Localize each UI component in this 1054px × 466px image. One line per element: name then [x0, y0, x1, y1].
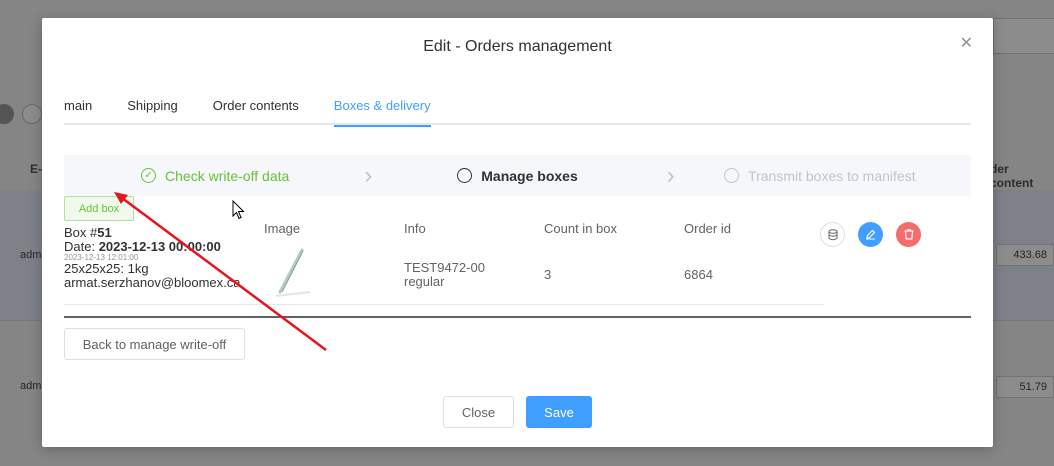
modal-title: Edit - Orders management: [423, 38, 612, 55]
column-header-info: Info: [404, 221, 426, 236]
info-sku: TEST9472-00: [404, 260, 485, 275]
check-circle-icon: ✓: [141, 168, 157, 183]
circle-icon: [724, 168, 740, 183]
row-order-id: 6864: [684, 267, 713, 282]
row-info: TEST9472-00 regular: [404, 261, 485, 289]
column-header-order-id: Order id: [684, 221, 731, 236]
edit-button[interactable]: [858, 222, 883, 247]
delete-button[interactable]: [896, 222, 921, 247]
steps-bar: ✓ Check write-off data › Manage boxes › …: [64, 155, 971, 196]
step-label: Check write-off data: [165, 167, 290, 184]
row-count: 3: [544, 267, 552, 282]
add-box-button[interactable]: Add box: [64, 196, 134, 221]
step-check-write-off: ✓ Check write-off data ›: [64, 155, 372, 196]
step-label: Transmit boxes to manifest: [748, 167, 916, 184]
save-button[interactable]: Save: [526, 396, 592, 428]
tab-boxes-delivery[interactable]: Boxes & delivery: [333, 98, 431, 127]
circle-icon: [457, 168, 473, 183]
step-label: Manage boxes: [481, 167, 578, 184]
close-button[interactable]: Close: [443, 396, 514, 428]
column-header-image: Image: [264, 221, 301, 236]
box-dimensions: 25x25x25: 1kg: [64, 261, 149, 276]
info-type: regular: [404, 274, 445, 289]
column-header-count: Count in box: [544, 221, 617, 236]
box-number: Box #51: [64, 225, 112, 240]
tab-main[interactable]: main: [64, 98, 92, 125]
database-button[interactable]: [820, 222, 845, 247]
close-icon[interactable]: ✕: [960, 36, 973, 52]
tab-bar: main Shipping Order contents Boxes & del…: [64, 98, 971, 127]
back-to-manage-write-off-button[interactable]: Back to manage write-off: [64, 328, 245, 360]
box-date: Date: 2023-12-13 00:00:00: [64, 239, 221, 254]
edit-orders-modal: Edit - Orders management ✕ main Shipping…: [42, 18, 993, 447]
box-section-divider: [64, 316, 971, 318]
database-icon: [828, 228, 837, 240]
step-transmit-boxes: Transmit boxes to manifest: [669, 155, 971, 196]
table-row-divider: [64, 304, 824, 305]
box-details: Box #51 Date: 2023-12-13 00:00:00 2023-1…: [64, 226, 254, 290]
product-image: [275, 248, 311, 297]
trash-icon: [904, 229, 913, 240]
edit-icon: [866, 229, 876, 240]
tab-order-contents[interactable]: Order contents: [213, 98, 299, 125]
tab-shipping[interactable]: Shipping: [127, 98, 178, 125]
mouse-cursor-icon: [232, 200, 245, 220]
step-manage-boxes: Manage boxes ›: [366, 155, 675, 196]
box-email: armat.serzhanov@bloomex.ca: [64, 275, 241, 290]
